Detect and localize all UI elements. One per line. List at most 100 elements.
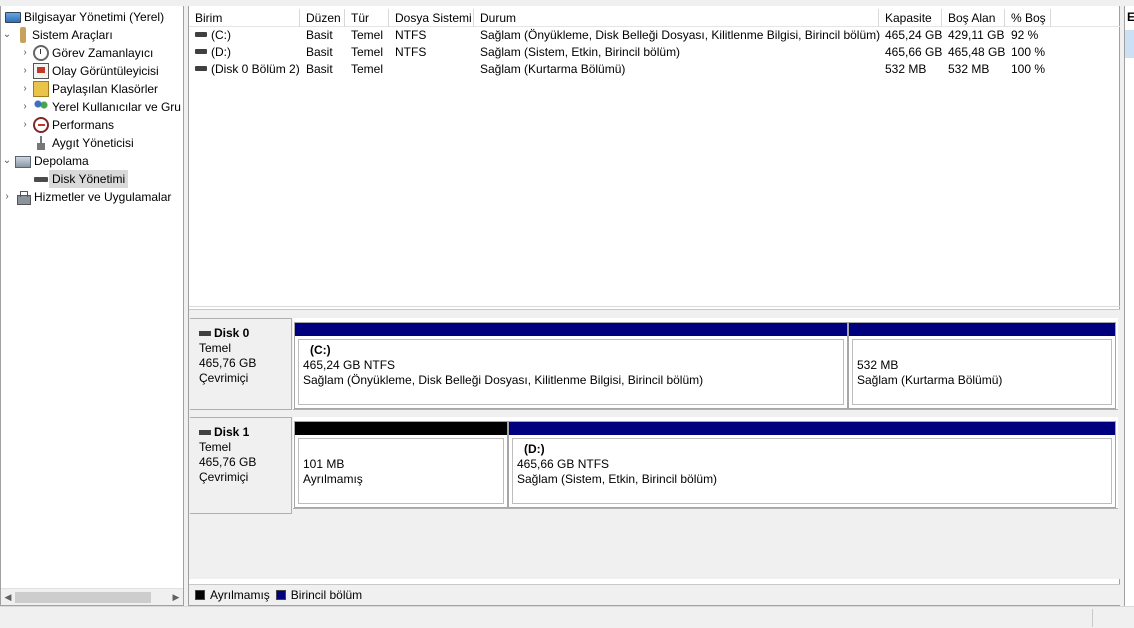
tree-item-task-scheduler[interactable]: › Görev Zamanlayıcı: [19, 44, 153, 62]
disk-management-pane: Birim Düzen Tür Dosya Sistemi Durum Kapa…: [188, 6, 1120, 606]
actions-selected-item[interactable]: [1125, 30, 1134, 58]
actions-pane: E: [1124, 6, 1134, 606]
volume-name: (C:): [211, 28, 231, 42]
partition-status: Sağlam (Sistem, Etkin, Birincil bölüm): [517, 472, 718, 486]
tree-item-label: Görev Zamanlayıcı: [52, 46, 154, 60]
partition-details: (C:) 465,24 GB NTFS Sağlam (Önyükleme, D…: [298, 339, 844, 405]
partition-c[interactable]: (C:) 465,24 GB NTFS Sağlam (Önyükleme, D…: [294, 322, 848, 409]
legend-swatch-unallocated: [195, 590, 205, 600]
volume-name-cell: (C:): [189, 27, 300, 44]
column-header-yuzde-bos[interactable]: % Boş: [1005, 9, 1051, 27]
volume-icon: [195, 32, 207, 38]
volume-row[interactable]: (D:) Basit Temel NTFS Sağlam (Sistem, Et…: [189, 44, 1120, 61]
column-header-kapasite[interactable]: Kapasite: [879, 9, 942, 27]
tree-horizontal-scrollbar[interactable]: ◀ ▶: [1, 588, 183, 605]
chevron-right-icon[interactable]: ›: [19, 116, 31, 134]
partition-name: (D:): [524, 442, 545, 456]
status-bar: [0, 606, 1134, 628]
tree-item-label: Sistem Araçları: [32, 28, 113, 42]
partition-bar-primary: [509, 422, 1115, 435]
tree-item-disk-management[interactable]: Disk Yönetimi: [19, 170, 129, 188]
chevron-right-icon[interactable]: ›: [19, 44, 31, 62]
volume-row[interactable]: (Disk 0 Bölüm 2) Basit Temel Sağlam (Kur…: [189, 61, 1120, 78]
legend-item-unallocated: Ayrılmamış: [195, 588, 270, 602]
column-header-duzen[interactable]: Düzen: [300, 9, 345, 27]
chevron-down-icon[interactable]: ⌄: [1, 26, 13, 44]
tree-item-event-viewer[interactable]: › Olay Görüntüleyicisi: [19, 62, 159, 80]
disk-name: Disk 0: [199, 326, 291, 341]
disk-type: Temel: [199, 440, 232, 454]
users-icon: [33, 99, 49, 115]
chevron-right-icon[interactable]: ›: [19, 80, 31, 98]
tree-item-services-apps[interactable]: › Hizmetler ve Uygulamalar: [1, 188, 171, 206]
shared-folder-icon: [33, 81, 49, 97]
tree-item-label: Olay Görüntüleyicisi: [52, 64, 159, 78]
partition-status: Ayrılmamış: [303, 472, 363, 486]
tree-item-device-manager[interactable]: Aygıt Yöneticisi: [19, 134, 134, 152]
tree-item-label: Depolama: [34, 154, 89, 168]
services-icon: [15, 189, 31, 205]
tree-item-label: Disk Yönetimi: [49, 170, 129, 188]
column-header-dosya-sistemi[interactable]: Dosya Sistemi: [389, 9, 474, 27]
disk-type: Temel: [199, 341, 232, 355]
tree-item-label: Bilgisayar Yönetimi (Yerel): [24, 10, 165, 24]
volume-layout: Basit: [306, 28, 333, 42]
performance-icon: [33, 117, 49, 133]
column-header-bos-alan[interactable]: Boş Alan: [942, 9, 1005, 27]
tree-item-performance[interactable]: › Performans: [19, 116, 114, 134]
tree-item-shared-folders[interactable]: › Paylaşılan Klasörler: [19, 80, 158, 98]
chevron-right-icon[interactable]: ›: [1, 188, 13, 206]
partition-status: Sağlam (Kurtarma Bölümü): [857, 373, 1003, 387]
tree-item-label: Hizmetler ve Uygulamalar: [34, 190, 172, 204]
partition-bar-unallocated: [295, 422, 507, 435]
volume-free-space: 532 MB: [948, 62, 990, 76]
disk-status: Çevrimiçi: [199, 371, 249, 385]
tools-icon: [20, 27, 26, 43]
partition-size: 465,24 GB NTFS: [303, 358, 396, 372]
partition-recovery[interactable]: 532 MB Sağlam (Kurtarma Bölümü): [848, 322, 1116, 409]
tree-item-computer-management[interactable]: Bilgisayar Yönetimi (Yerel): [3, 8, 164, 26]
volume-percent-free: 100 %: [1011, 62, 1046, 76]
volume-name-cell: (Disk 0 Bölüm 2): [189, 61, 300, 78]
scrollbar-thumb[interactable]: [15, 592, 151, 603]
disk-status: Çevrimiçi: [199, 470, 249, 484]
disk-1-label[interactable]: Disk 1 Temel 465,76 GB Çevrimiçi: [190, 417, 292, 514]
scroll-left-icon[interactable]: ◀: [1, 589, 15, 605]
volume-type: Temel: [351, 45, 384, 59]
partition-d[interactable]: (D:) 465,66 GB NTFS Sağlam (Sistem, Etki…: [508, 421, 1116, 508]
volume-name: (Disk 0 Bölüm 2): [211, 62, 300, 76]
volume-row[interactable]: (C:) Basit Temel NTFS Sağlam (Önyükleme,…: [189, 27, 1120, 44]
tree-item-label: Performans: [52, 118, 115, 132]
volume-type: Temel: [351, 62, 384, 76]
actions-header: E: [1127, 10, 1134, 24]
volume-percent-free: 100 %: [1011, 45, 1046, 59]
disk-management-icon: [33, 171, 49, 187]
column-header-durum[interactable]: Durum: [474, 9, 879, 27]
column-header-tur[interactable]: Tür: [345, 9, 389, 27]
volume-capacity: 465,24 GB: [885, 28, 943, 42]
volume-list-header: Birim Düzen Tür Dosya Sistemi Durum Kapa…: [189, 9, 1120, 27]
column-header-birim[interactable]: Birim: [189, 9, 300, 27]
tree-item-local-users[interactable]: › Yerel Kullanıcılar ve Gru: [19, 98, 181, 116]
chevron-down-icon[interactable]: ⌄: [1, 152, 13, 170]
storage-icon: [15, 156, 31, 168]
legend-label: Birincil bölüm: [290, 588, 363, 602]
volume-filesystem: NTFS: [395, 28, 427, 42]
scroll-right-icon[interactable]: ▶: [169, 589, 183, 605]
tree-item-label: Aygıt Yöneticisi: [52, 136, 134, 150]
volume-capacity: 465,66 GB: [885, 45, 943, 59]
chevron-right-icon[interactable]: ›: [19, 62, 31, 80]
partition-unallocated[interactable]: 101 MB Ayrılmamış: [294, 421, 508, 508]
tree-item-system-tools[interactable]: ⌄ Sistem Araçları: [1, 26, 113, 44]
disk-0-label[interactable]: Disk 0 Temel 465,76 GB Çevrimiçi: [190, 318, 292, 410]
volume-free-space: 429,11 GB: [948, 28, 1005, 42]
volume-status: Sağlam (Önyükleme, Disk Belleği Dosyası,…: [480, 28, 881, 42]
partition-name: (C:): [310, 343, 331, 357]
disk-size: 465,76 GB: [199, 356, 257, 370]
event-viewer-icon: [33, 63, 49, 79]
chevron-right-icon[interactable]: ›: [19, 98, 31, 116]
tree-item-storage[interactable]: ⌄ Depolama: [1, 152, 89, 170]
navigation-tree[interactable]: Bilgisayar Yönetimi (Yerel) ⌄ Sistem Ara…: [0, 6, 184, 606]
